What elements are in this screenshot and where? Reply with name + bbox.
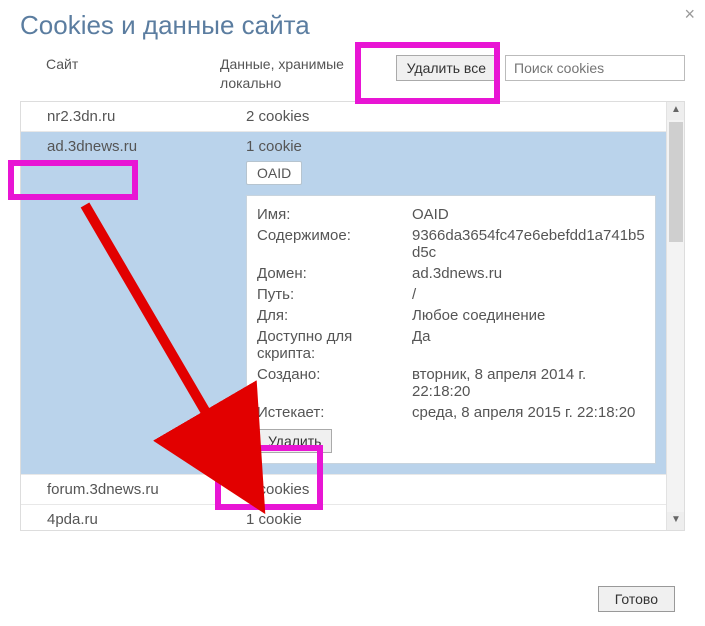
done-button[interactable]: Готово — [598, 586, 675, 612]
table-row[interactable]: forum.3dnews.ru 2 cookies — [21, 474, 666, 504]
scrollbar-down-icon[interactable]: ▼ — [667, 512, 685, 530]
detail-label: Создано: — [257, 366, 412, 400]
delete-cookie-button[interactable]: Удалить — [257, 429, 332, 453]
cookie-chip[interactable]: OAID — [246, 161, 302, 185]
site-cell: forum.3dnews.ru — [21, 481, 246, 498]
data-cell: 2 cookies — [246, 108, 666, 125]
data-count: 1 cookie — [246, 138, 302, 155]
detail-value: / — [412, 286, 645, 303]
delete-all-button[interactable]: Удалить все — [396, 55, 497, 81]
column-header-data[interactable]: Данные, хранимые локально — [220, 55, 396, 93]
header-bar: Сайт Данные, хранимые локально Удалить в… — [20, 55, 685, 93]
site-cell: nr2.3dn.ru — [21, 108, 246, 125]
data-cell: 1 cookie OAID × Имя:OAID Содержимое:9366… — [246, 138, 666, 468]
detail-label: Доступно для скрипта: — [257, 328, 412, 362]
detail-value: Любое соединение — [412, 307, 645, 324]
detail-label: Для: — [257, 307, 412, 324]
cookie-detail-card: × Имя:OAID Содержимое:9366da3654fc47e6eb… — [246, 195, 656, 464]
data-cell: 1 cookie — [246, 511, 666, 528]
scrollbar[interactable]: ▲ ▼ — [666, 102, 684, 530]
site-list: nr2.3dn.ru 2 cookies ad.3dnews.ru 1 cook… — [20, 101, 685, 531]
detail-label: Содержимое: — [257, 227, 412, 261]
site-cell: 4pda.ru — [21, 511, 246, 528]
detail-label: Истекает: — [257, 404, 412, 421]
site-cell: ad.3dnews.ru — [21, 138, 246, 155]
detail-label: Домен: — [257, 265, 412, 282]
scrollbar-thumb[interactable] — [669, 122, 683, 242]
data-cell: 2 cookies — [246, 481, 666, 498]
close-icon[interactable]: × — [684, 4, 695, 25]
scrollbar-up-icon[interactable]: ▲ — [667, 102, 685, 120]
table-row[interactable]: nr2.3dn.ru 2 cookies — [21, 102, 666, 131]
table-row-selected[interactable]: ad.3dnews.ru 1 cookie OAID × Имя:OAID Со… — [21, 131, 666, 474]
cookies-dialog: × Cookies и данные сайта Сайт Данные, хр… — [0, 0, 705, 531]
dialog-footer: Готово — [598, 586, 675, 612]
detail-value: Да — [412, 328, 645, 362]
detail-value: среда, 8 апреля 2015 г. 22:18:20 — [412, 404, 645, 421]
detail-value: вторник, 8 апреля 2014 г. 22:18:20 — [412, 366, 645, 400]
column-header-site[interactable]: Сайт — [20, 55, 220, 74]
detail-value: ad.3dnews.ru — [412, 265, 645, 282]
detail-value: OAID — [412, 206, 645, 223]
detail-label: Путь: — [257, 286, 412, 303]
search-input[interactable] — [505, 55, 685, 81]
dialog-title: Cookies и данные сайта — [20, 10, 685, 41]
detail-value: 9366da3654fc47e6ebefdd1a741b5d5c — [412, 227, 645, 261]
table-row[interactable]: 4pda.ru 1 cookie — [21, 504, 666, 530]
detail-label: Имя: — [257, 206, 412, 223]
